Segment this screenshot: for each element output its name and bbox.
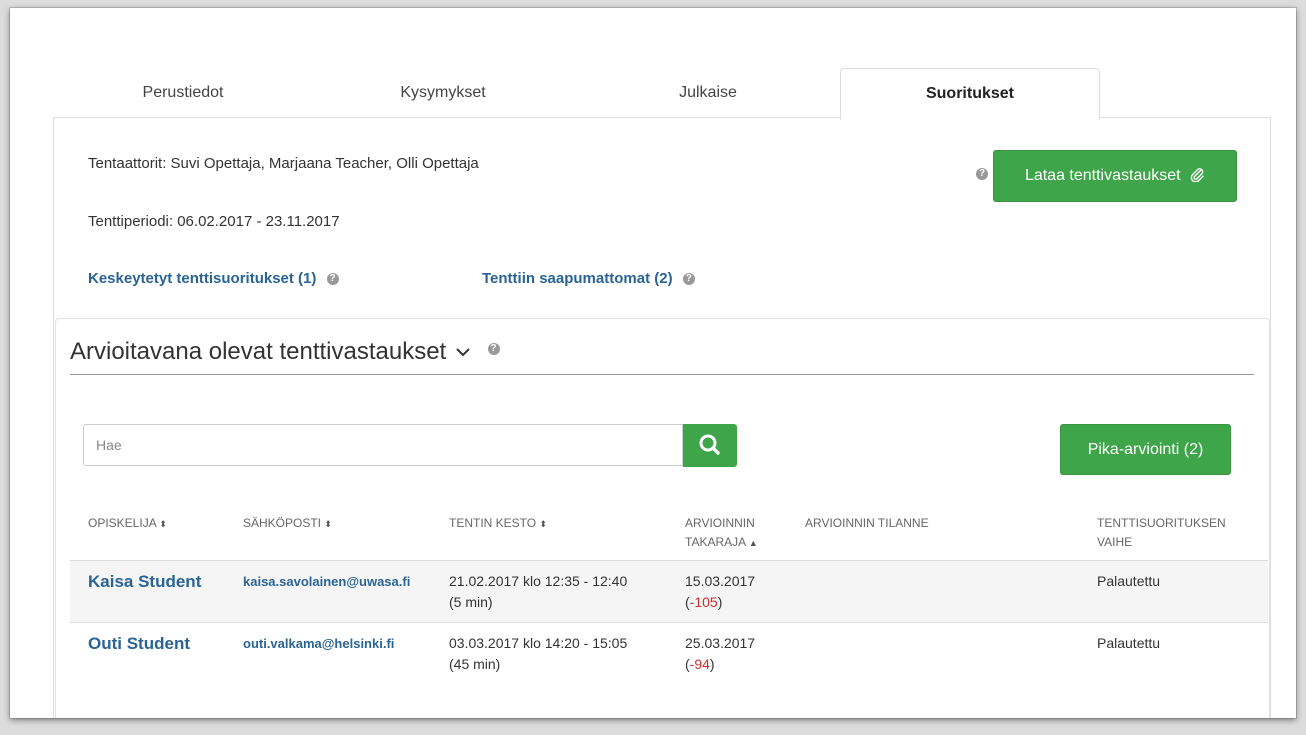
chevron-down-icon[interactable]: [455, 346, 471, 358]
sort-icon: ⬍: [539, 519, 548, 529]
exam-length: (5 min): [449, 594, 493, 610]
column-header-duration[interactable]: TENTIN KESTO ⬍: [449, 514, 547, 534]
deadline-date: 25.03.2017: [685, 635, 756, 651]
table-row: Outi Student outi.valkama@helsinki.fi 03…: [70, 622, 1268, 693]
app-window: Perustiedot Kysymykset Julkaise Suorituk…: [10, 8, 1296, 718]
exam-duration: 03.03.2017 klo 14:20 - 15:05 (45 min): [449, 633, 627, 675]
help-icon[interactable]: ?: [326, 273, 339, 285]
search-button[interactable]: [683, 424, 737, 467]
section-divider: [70, 374, 1254, 375]
tab-julkaise[interactable]: Julkaise: [578, 68, 838, 118]
aborted-attempts-label: Keskeytetyt tenttisuoritukset (1): [88, 270, 317, 287]
no-show-link[interactable]: Tenttiin saapumattomat (2) ?: [482, 270, 695, 287]
column-header-review-status: ARVIOINNIN TILANNE: [805, 514, 929, 533]
search-icon: [699, 434, 720, 455]
help-icon[interactable]: ?: [682, 273, 695, 285]
submission-phase: Palautettu: [1097, 635, 1161, 651]
column-header-label: TAKARAJA: [685, 535, 746, 549]
help-icon[interactable]: ?: [976, 168, 988, 180]
column-header-label: ARVIOINNIN: [685, 516, 755, 530]
sort-icon: ⬍: [159, 519, 167, 529]
student-name-link[interactable]: Kaisa Student: [88, 571, 201, 592]
search-input[interactable]: [83, 424, 683, 466]
exam-period-text: Tenttiperiodi: 06.02.2017 - 23.11.2017: [88, 213, 340, 230]
sort-asc-icon: ▲: [748, 538, 758, 548]
column-header-label: OPISKELIJA: [88, 516, 157, 530]
student-email-link[interactable]: outi.valkama@helsinki.fi: [243, 633, 394, 654]
help-icon[interactable]: ?: [487, 343, 500, 355]
days-remaining: -94: [689, 656, 710, 672]
review-deadline: 25.03.2017 (-94): [685, 635, 756, 672]
column-header-label: TENTTISUORITUKSEN: [1097, 516, 1226, 530]
sort-icon: ⬍: [324, 519, 332, 529]
column-header-phase: TENTTISUORITUKSEN VAIHE: [1097, 514, 1226, 552]
no-show-label: Tenttiin saapumattomat (2): [482, 270, 673, 287]
tab-suoritukset[interactable]: Suoritukset: [840, 68, 1100, 120]
quick-review-button[interactable]: Pika-arviointi (2): [1060, 424, 1231, 475]
exam-length: (45 min): [449, 656, 501, 672]
days-remaining: -105: [689, 594, 718, 610]
column-header-email[interactable]: SÄHKÖPOSTI ⬍: [243, 514, 332, 534]
download-answers-label: Lataa tenttivastaukset: [1024, 167, 1181, 184]
examiners-text: Tentaattorit: Suvi Opettaja, Marjaana Te…: [88, 155, 479, 172]
tab-kysymykset[interactable]: Kysymykset: [313, 68, 573, 118]
student-email-link[interactable]: kaisa.savolainen@uwasa.fi: [243, 571, 410, 592]
table-row: Kaisa Student kaisa.savolainen@uwasa.fi …: [70, 560, 1268, 623]
student-name-link[interactable]: Outi Student: [88, 633, 190, 654]
paperclip-icon: [1190, 168, 1204, 183]
column-header-deadline[interactable]: ARVIOINNIN TAKARAJA ▲: [685, 514, 758, 553]
column-header-student[interactable]: OPISKELIJA ⬍: [88, 514, 167, 534]
exam-duration: 21.02.2017 klo 12:35 - 12:40 (5 min): [449, 571, 627, 613]
exam-time-range: 21.02.2017 klo 12:35 - 12:40: [449, 573, 628, 589]
column-header-label: SÄHKÖPOSTI: [243, 516, 322, 530]
deadline-date: 15.03.2017: [685, 573, 756, 589]
tab-bar: Perustiedot Kysymykset Julkaise Suorituk…: [53, 68, 1269, 120]
submission-phase: Palautettu: [1097, 573, 1161, 589]
aborted-attempts-link[interactable]: Keskeytetyt tenttisuoritukset (1) ?: [88, 270, 339, 287]
download-answers-button[interactable]: Lataa tenttivastaukset: [993, 150, 1237, 202]
tab-perustiedot[interactable]: Perustiedot: [53, 68, 313, 118]
column-header-label: ARVIOINNIN TILANNE: [805, 516, 929, 530]
column-header-label: VAIHE: [1097, 535, 1133, 549]
section-title[interactable]: Arvioitavana olevat tenttivastaukset ?: [70, 338, 500, 366]
exam-time-range: 03.03.2017 klo 14:20 - 15:05: [449, 635, 628, 651]
column-header-label: TENTIN KESTO: [449, 516, 537, 530]
review-deadline: 15.03.2017 (-105): [685, 573, 756, 610]
section-title-text: Arvioitavana olevat tenttivastaukset: [70, 338, 447, 365]
